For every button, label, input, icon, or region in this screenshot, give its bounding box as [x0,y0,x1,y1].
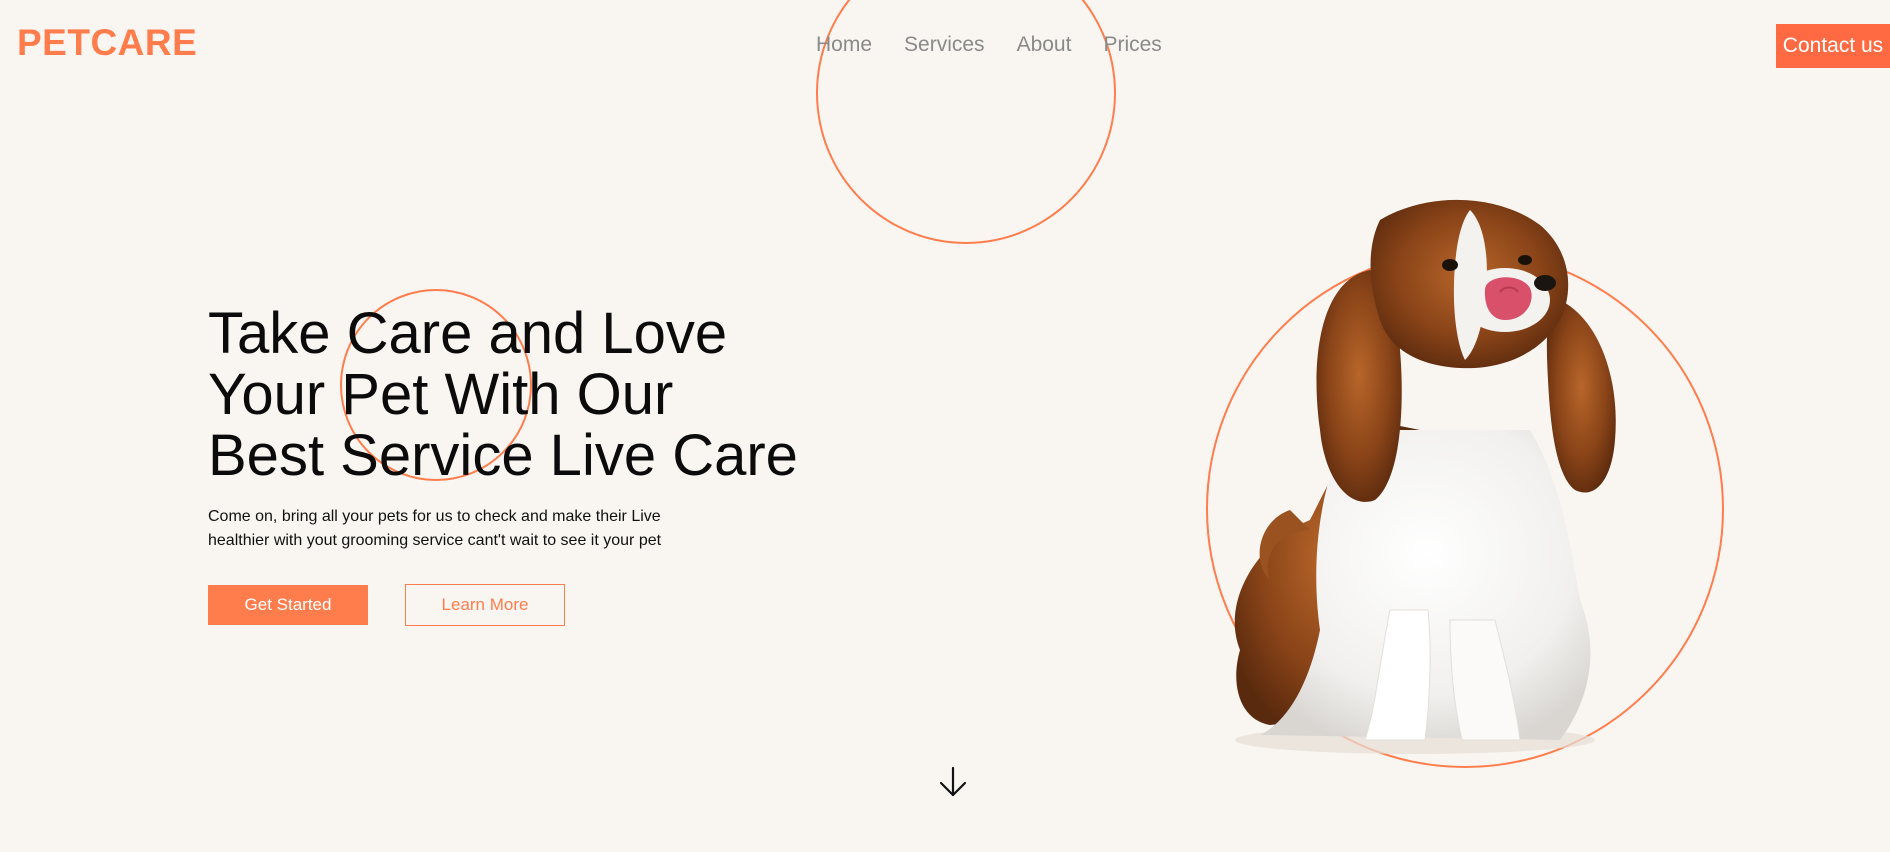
nav-link-prices[interactable]: Prices [1103,33,1161,57]
brand-logo[interactable]: PETCARE [17,22,197,64]
hero-description: Come on, bring all your pets for us to c… [208,505,661,553]
arrow-down-icon[interactable] [938,766,968,798]
landing-page: PETCARE Home Services About Prices Conta… [0,0,1890,852]
hero-headline-line: Your Pet With Our [208,362,674,427]
learn-more-button[interactable]: Learn More [405,584,565,626]
hero-headline: Take Care and Love Your Pet With Our Bes… [208,303,858,486]
hero-headline-line: Take Care and Love [208,301,728,366]
dog-image [1234,199,1616,754]
contact-us-button[interactable]: Contact us [1776,24,1890,68]
hero-headline-line: Best Service Live Care [208,423,798,488]
hero-description-line: healthier with yout grooming service can… [208,532,662,549]
get-started-button[interactable]: Get Started [208,585,368,625]
hero-description-line: Come on, bring all your pets for us to c… [208,508,661,525]
nav-link-home[interactable]: Home [816,33,872,57]
main-nav: Home Services About Prices [816,33,1162,57]
nav-link-about[interactable]: About [1017,33,1072,57]
nav-link-services[interactable]: Services [904,33,985,57]
